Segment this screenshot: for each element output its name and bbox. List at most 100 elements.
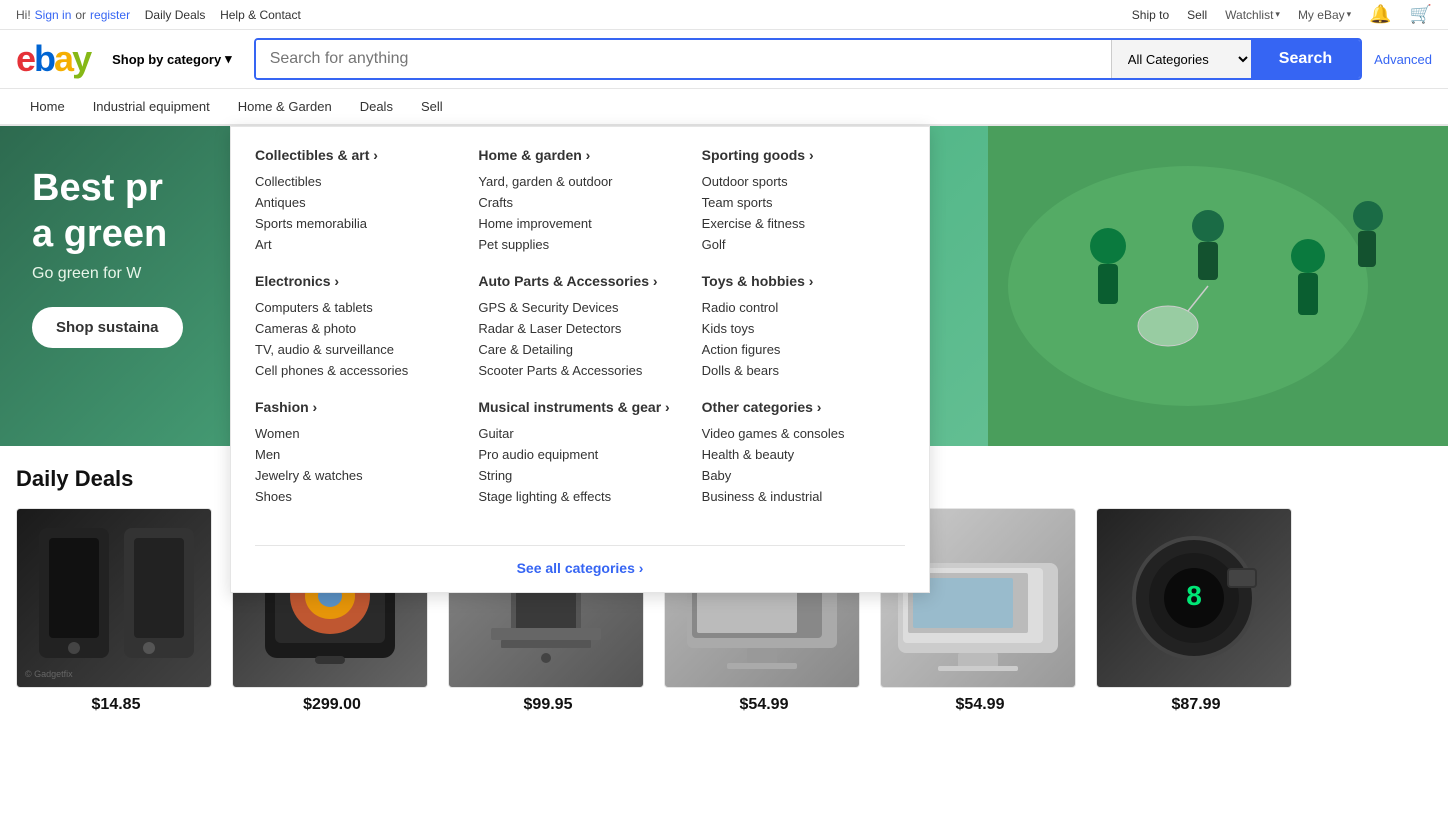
dropdown-item-baby[interactable]: Baby [702, 465, 905, 486]
dropdown-title-other-categories[interactable]: Other categories › [702, 399, 905, 415]
dropdown-section-sporting-goods: Sporting goods › Outdoor sports Team spo… [702, 147, 905, 255]
dropdown-grid: Collectibles & art › Collectibles Antiqu… [255, 147, 905, 541]
dropdown-col-2: Home & garden › Yard, garden & outdoor C… [478, 147, 681, 541]
deal-card-6: 8 $87.99 [1096, 508, 1296, 714]
logo-e: e [16, 38, 34, 79]
cart-icon[interactable]: 🛒 [1410, 4, 1432, 25]
dropdown-item-health-beauty[interactable]: Health & beauty [702, 444, 905, 465]
hero-cta-button[interactable]: Shop sustaina [32, 307, 183, 348]
search-button-label: Search [1279, 50, 1332, 67]
myebay-label: My eBay [1298, 8, 1345, 22]
daily-deals-link[interactable]: Daily Deals [145, 8, 206, 22]
dropdown-title-toys-hobbies[interactable]: Toys & hobbies › [702, 273, 905, 289]
watchlist-button[interactable]: Watchlist ▾ [1225, 8, 1280, 22]
dropdown-title-electronics[interactable]: Electronics › [255, 273, 458, 289]
logo-text: ebay [16, 38, 90, 80]
register-link[interactable]: register [90, 8, 130, 22]
or-text: or [75, 8, 86, 22]
deal-price-1: $14.85 [16, 696, 216, 714]
search-button[interactable]: Search [1251, 40, 1360, 78]
dropdown-item-golf[interactable]: Golf [702, 234, 905, 255]
dropdown-section-fashion: Fashion › Women Men Jewelry & watches Sh… [255, 399, 458, 507]
shop-by-category-chevron-icon: ▾ [225, 51, 232, 67]
dropdown-item-antiques[interactable]: Antiques [255, 192, 458, 213]
search-input[interactable] [256, 40, 1111, 78]
nav-item-industrial[interactable]: Industrial equipment [79, 89, 224, 124]
dropdown-item-exercise-fitness[interactable]: Exercise & fitness [702, 213, 905, 234]
dropdown-section-other-categories: Other categories › Video games & console… [702, 399, 905, 507]
see-all-categories: See all categories › [255, 545, 905, 576]
nav-item-sell[interactable]: Sell [407, 89, 457, 124]
logo-a: a [54, 38, 72, 79]
logo-b: b [34, 38, 54, 79]
dropdown-section-collectibles: Collectibles & art › Collectibles Antiqu… [255, 147, 458, 255]
nav-item-home[interactable]: Home [16, 89, 79, 124]
advanced-label: Advanced [1374, 52, 1432, 67]
dropdown-item-radio-control[interactable]: Radio control [702, 297, 905, 318]
dropdown-item-home-improvement[interactable]: Home improvement [478, 213, 681, 234]
dropdown-item-outdoor-sports[interactable]: Outdoor sports [702, 171, 905, 192]
dropdown-item-business-industrial[interactable]: Business & industrial [702, 486, 905, 507]
dropdown-item-sports-memorabilia[interactable]: Sports memorabilia [255, 213, 458, 234]
dropdown-item-crafts[interactable]: Crafts [478, 192, 681, 213]
search-bar: All Categories Search [254, 38, 1362, 80]
hero-svg [988, 126, 1448, 446]
dropdown-title-musical-instruments[interactable]: Musical instruments & gear › [478, 399, 681, 415]
dropdown-item-stage-lighting[interactable]: Stage lighting & effects [478, 486, 681, 507]
dropdown-item-cell-phones[interactable]: Cell phones & accessories [255, 360, 458, 381]
svg-text:8: 8 [1186, 580, 1202, 611]
dropdown-item-computers-tablets[interactable]: Computers & tablets [255, 297, 458, 318]
dropdown-item-video-games[interactable]: Video games & consoles [702, 423, 905, 444]
help-contact-link[interactable]: Help & Contact [220, 8, 301, 22]
dropdown-item-collectibles[interactable]: Collectibles [255, 171, 458, 192]
dropdown-item-cameras-photo[interactable]: Cameras & photo [255, 318, 458, 339]
dropdown-title-sporting-goods[interactable]: Sporting goods › [702, 147, 905, 163]
nav-item-deals[interactable]: Deals [346, 89, 407, 124]
see-all-categories-link[interactable]: See all categories › [517, 560, 644, 576]
dropdown-item-men[interactable]: Men [255, 444, 458, 465]
nav-bar: Home Industrial equipment Home & Garden … [0, 89, 1448, 126]
dropdown-item-gps-security[interactable]: GPS & Security Devices [478, 297, 681, 318]
myebay-chevron-icon: ▾ [1347, 9, 1352, 20]
dropdown-title-auto-parts[interactable]: Auto Parts & Accessories › [478, 273, 681, 289]
dropdown-item-team-sports[interactable]: Team sports [702, 192, 905, 213]
deal-image-6[interactable]: 8 [1096, 508, 1292, 688]
category-select[interactable]: All Categories [1111, 40, 1251, 78]
ship-to-link[interactable]: Ship to [1132, 8, 1169, 22]
dropdown-title-fashion[interactable]: Fashion › [255, 399, 458, 415]
dropdown-item-radar-laser[interactable]: Radar & Laser Detectors [478, 318, 681, 339]
dropdown-item-women[interactable]: Women [255, 423, 458, 444]
dropdown-item-string[interactable]: String [478, 465, 681, 486]
logo-y: y [72, 38, 90, 79]
notification-icon[interactable]: 🔔 [1369, 4, 1391, 25]
logo[interactable]: ebay [16, 38, 90, 80]
dropdown-item-dolls-bears[interactable]: Dolls & bears [702, 360, 905, 381]
dropdown-item-pro-audio[interactable]: Pro audio equipment [478, 444, 681, 465]
main-content: Best pra green Go green for W Shop susta… [0, 126, 1448, 446]
top-bar: Hi! Sign in or register Daily Deals Help… [0, 0, 1448, 30]
sign-in-link[interactable]: Sign in [35, 8, 72, 22]
advanced-link[interactable]: Advanced [1374, 52, 1432, 67]
dropdown-item-scooter-parts[interactable]: Scooter Parts & Accessories [478, 360, 681, 381]
deal-price-4: $54.99 [664, 696, 864, 714]
myebay-button[interactable]: My eBay ▾ [1298, 8, 1351, 22]
dropdown-item-guitar[interactable]: Guitar [478, 423, 681, 444]
dropdown-item-shoes[interactable]: Shoes [255, 486, 458, 507]
dropdown-item-tv-audio[interactable]: TV, audio & surveillance [255, 339, 458, 360]
shop-by-category-label: Shop by category [112, 52, 221, 67]
dropdown-title-home-garden[interactable]: Home & garden › [478, 147, 681, 163]
dropdown-item-jewelry-watches[interactable]: Jewelry & watches [255, 465, 458, 486]
sell-link[interactable]: Sell [1187, 8, 1207, 22]
dropdown-title-collectibles[interactable]: Collectibles & art › [255, 147, 458, 163]
nav-item-home-garden[interactable]: Home & Garden [224, 89, 346, 124]
dropdown-item-kids-toys[interactable]: Kids toys [702, 318, 905, 339]
dropdown-section-musical-instruments: Musical instruments & gear › Guitar Pro … [478, 399, 681, 507]
dropdown-item-pet-supplies[interactable]: Pet supplies [478, 234, 681, 255]
dropdown-item-care-detailing[interactable]: Care & Detailing [478, 339, 681, 360]
dropdown-item-art[interactable]: Art [255, 234, 458, 255]
category-dropdown: Collectibles & art › Collectibles Antiqu… [230, 126, 930, 593]
deal-image-1[interactable]: © Gadgetfix [16, 508, 212, 688]
shop-by-category-button[interactable]: Shop by category ▾ [102, 43, 242, 75]
dropdown-item-yard-garden[interactable]: Yard, garden & outdoor [478, 171, 681, 192]
dropdown-item-action-figures[interactable]: Action figures [702, 339, 905, 360]
